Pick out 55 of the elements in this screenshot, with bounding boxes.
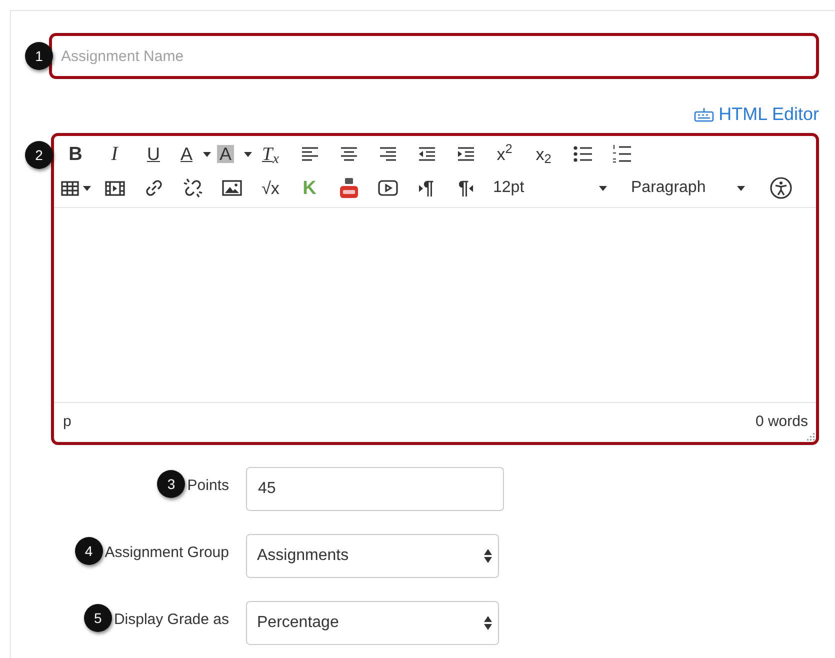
broken-link-icon xyxy=(182,178,202,198)
play-icon xyxy=(378,180,398,196)
image-icon xyxy=(222,180,242,196)
toolbar-button[interactable]: √x xyxy=(251,173,290,203)
numbered-list-icon xyxy=(612,144,632,164)
caret-icon xyxy=(599,186,607,190)
bulleted-list-icon xyxy=(572,145,592,163)
resize-handle-icon[interactable] xyxy=(807,433,815,441)
format-dropdown[interactable]: Paragraph xyxy=(623,174,753,202)
rich-text-editor[interactable]: B I U A A T$_{x}$ x$^{2}$ x$_{2}$ √x K ¶ ¶ 12pt Paragraph p 0 words xyxy=(51,133,819,445)
toolbar-button[interactable]: B xyxy=(56,139,95,169)
field-label: Display Grade as xyxy=(114,610,229,630)
format-dropdown[interactable]: 12pt xyxy=(485,174,615,202)
toolbar-button[interactable]: ¶ xyxy=(446,173,485,203)
link-icon xyxy=(144,179,162,197)
caret-icon xyxy=(202,152,210,156)
element-path: p xyxy=(63,412,72,432)
caret-icon xyxy=(737,186,745,190)
points-field[interactable]: 45 xyxy=(246,467,504,511)
arrow-icon xyxy=(419,184,424,192)
caret-icon xyxy=(244,152,252,156)
toolbar-button[interactable]: A xyxy=(173,139,212,169)
keyboard-icon xyxy=(694,106,714,122)
toolbar-button[interactable]: A xyxy=(212,139,251,169)
up-down-arrows-icon xyxy=(484,549,492,563)
field-label: Points xyxy=(187,476,229,496)
caret-icon xyxy=(82,186,90,190)
word-count: 0 words xyxy=(755,412,808,432)
title-field[interactable]: Assignment Name xyxy=(49,33,819,79)
align-right-icon xyxy=(378,146,396,162)
html-editor-link[interactable]: HTML Editor xyxy=(694,100,819,128)
arrow-icon xyxy=(468,184,473,192)
step-badge: 4 xyxy=(74,537,103,565)
toolbar-button[interactable]: U xyxy=(134,139,173,169)
step-badge: 3 xyxy=(157,470,186,498)
step-badge: 2 xyxy=(25,141,53,169)
select-dropdown[interactable]: Assignments xyxy=(246,534,499,578)
select-dropdown[interactable]: Percentage xyxy=(246,601,499,645)
indent-icon xyxy=(456,146,474,162)
film-icon xyxy=(104,180,124,196)
accessibility-icon xyxy=(770,177,792,199)
toolbar-button[interactable]: ¶ xyxy=(407,173,446,203)
toolbar-button[interactable]: T$_{x}$ xyxy=(251,139,290,169)
toolbar-button[interactable]: I xyxy=(95,139,134,169)
table-icon xyxy=(60,180,78,196)
step-badge: 5 xyxy=(84,604,112,632)
outdent-icon xyxy=(418,146,436,162)
video-logo-icon xyxy=(338,177,358,199)
step-badge: 1 xyxy=(25,42,53,70)
align-center-icon xyxy=(340,146,358,162)
up-down-arrows-icon xyxy=(484,616,492,630)
toolbar-button[interactable]: x$^{2}$ xyxy=(485,139,524,169)
toolbar-button[interactable]: x$_{2}$ xyxy=(524,139,563,169)
field-label: Assignment Group xyxy=(104,543,229,563)
align-left-icon xyxy=(300,146,318,162)
